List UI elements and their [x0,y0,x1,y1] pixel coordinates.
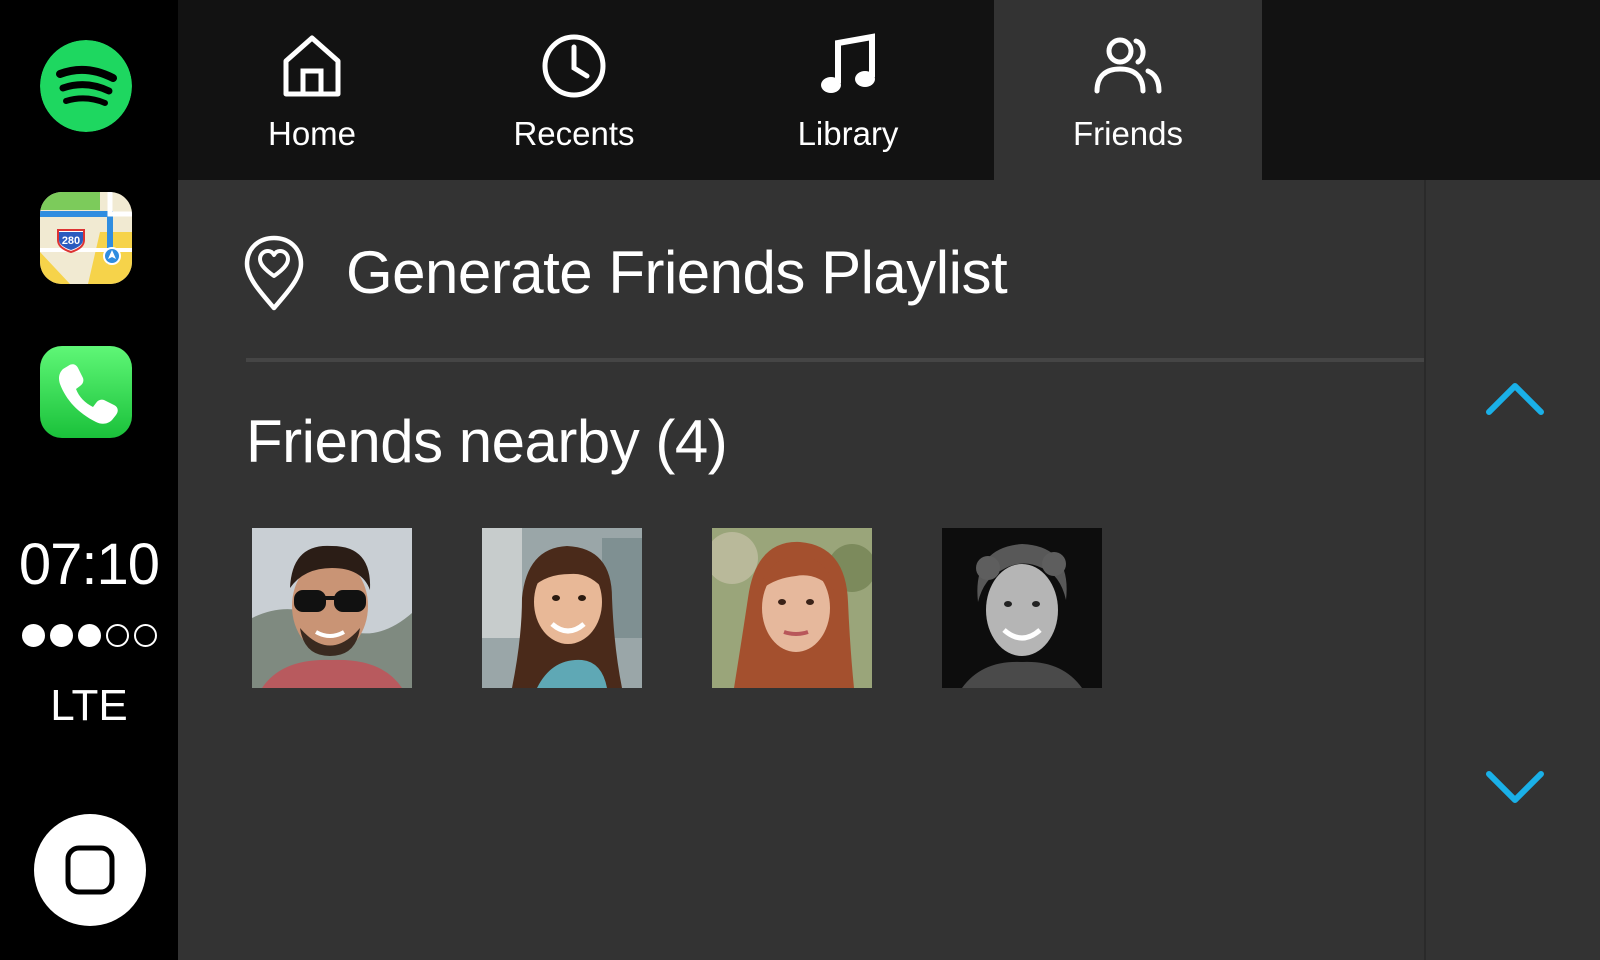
scroll-controls [1426,180,1600,960]
friend-avatar-1[interactable] [252,528,412,688]
tab-bar: Home Recents Library Friends [178,0,1600,180]
signal-strength [0,624,178,647]
signal-dot [133,624,157,647]
tab-recents[interactable]: Recents [440,0,708,180]
home-button[interactable] [34,814,146,926]
network-type: LTE [50,681,128,730]
tab-library[interactable]: Library [714,0,982,180]
tab-label: Library [797,115,899,152]
tab-home[interactable]: Home [178,0,446,180]
generate-friends-playlist-button[interactable]: Generate Friends Playlist [242,234,1008,312]
maps-badge-text: 280 [62,235,80,247]
friends-content: Generate Friends Playlist Friends nearby… [178,180,1426,960]
signal-dot [49,624,73,647]
chevron-up-icon[interactable] [1484,378,1546,418]
status-time: 07:10 [18,532,160,597]
spotify-app-icon[interactable] [40,40,132,132]
clock-icon [542,34,606,98]
tab-label: Friends [1072,115,1184,152]
friend-avatar-3[interactable] [712,528,872,688]
tab-label: Recents [513,115,635,152]
friends-icon [1094,37,1162,94]
phone-app-icon[interactable] [40,346,132,438]
heart-pin-icon [244,235,304,311]
friends-nearby-title: Friends nearby (4) [246,408,728,475]
carplay-dock: 280 07:10 LTE [0,0,178,960]
signal-dot [105,624,129,647]
tab-label: Home [267,115,357,152]
tab-friends[interactable]: Friends [994,0,1262,180]
home-icon [283,35,341,97]
friend-avatar-2[interactable] [482,528,642,688]
signal-dot [77,624,101,647]
maps-app-icon[interactable]: 280 [40,192,132,284]
signal-dot [21,624,45,647]
friends-list [252,528,1102,688]
chevron-down-icon[interactable] [1484,768,1546,808]
friend-avatar-4[interactable] [942,528,1102,688]
generate-playlist-label: Generate Friends Playlist [346,239,1008,306]
music-note-icon [821,33,875,93]
home-square-icon [65,845,115,895]
divider [246,358,1426,362]
